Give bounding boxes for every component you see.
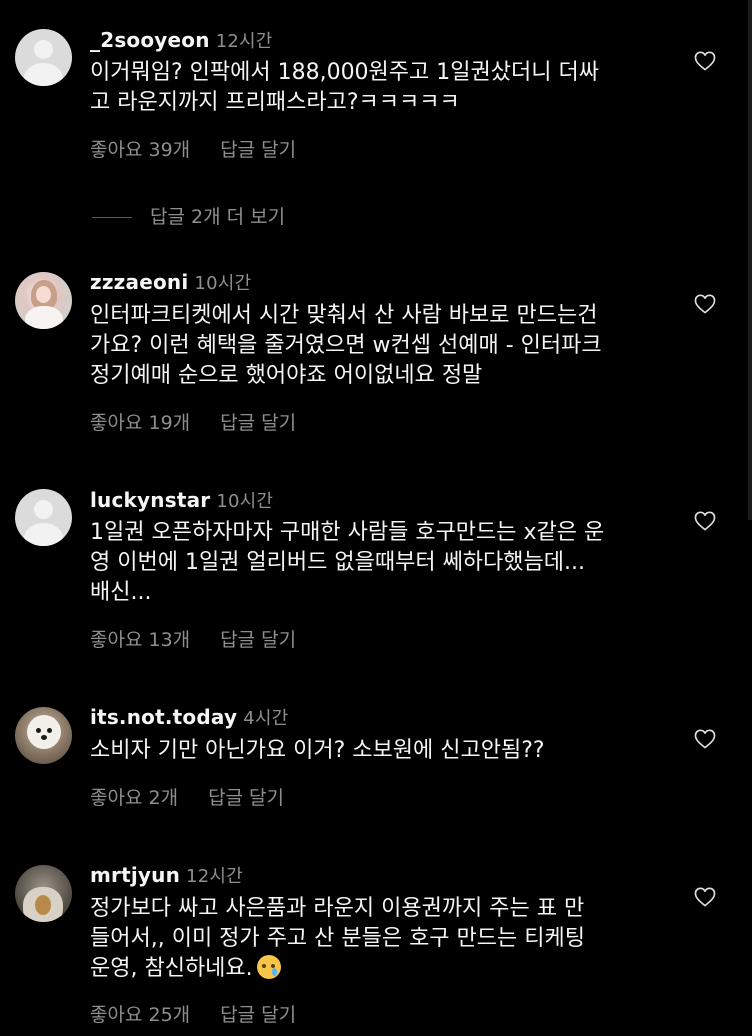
user-avatar[interactable] <box>15 272 72 329</box>
reply-divider-line <box>92 217 132 218</box>
comment-text: 소비자 기만 아닌가요 이거? 소보원에 신고안됨?? <box>90 738 545 763</box>
like-count[interactable]: 좋아요 25개 <box>90 1000 190 1027</box>
comment-username[interactable]: _2sooyeon 12시간 <box>90 27 273 53</box>
reply-button[interactable]: 답글 달기 <box>208 783 284 810</box>
comment-text: 정가보다 싸고 사은품과 라운지 이용권까지 주는 표 만 들어서,, 이미 정… <box>90 894 670 984</box>
username-text[interactable]: zzzaeoni <box>90 270 188 294</box>
crying-face-icon <box>256 955 281 979</box>
like-count[interactable]: 좋아요 13개 <box>90 625 190 652</box>
username-text[interactable]: its.not.today <box>90 705 237 729</box>
like-count[interactable]: 좋아요 19개 <box>90 408 190 435</box>
comment-username[interactable]: luckynstar 10시간 <box>90 487 273 513</box>
comment-actions: 좋아요 25개 답글 달기 <box>90 1000 296 1027</box>
comment-time: 10시간 <box>216 491 274 512</box>
scrollbar[interactable] <box>748 0 752 520</box>
default-avatar-icon[interactable] <box>15 489 72 546</box>
reply-button[interactable]: 답글 달기 <box>220 1000 296 1027</box>
view-more-replies-button[interactable]: 답글 2개 더 보기 <box>92 202 285 229</box>
comment-username[interactable]: its.not.today 4시간 <box>90 704 288 730</box>
username-text[interactable]: luckynstar <box>90 488 210 512</box>
heart-outline-icon[interactable] <box>694 51 716 71</box>
like-count[interactable]: 좋아요 2개 <box>90 783 178 810</box>
view-replies-label[interactable]: 답글 2개 더 보기 <box>150 206 285 228</box>
comment-actions: 좋아요 39개 답글 달기 <box>90 135 296 162</box>
username-text[interactable]: mrtjyun <box>90 863 180 887</box>
heart-outline-icon[interactable] <box>694 729 716 749</box>
user-avatar[interactable] <box>15 707 72 764</box>
comment-actions: 좋아요 19개 답글 달기 <box>90 408 296 435</box>
like-count[interactable]: 좋아요 39개 <box>90 135 190 162</box>
comment-time: 4시간 <box>243 708 289 729</box>
comment-time: 12시간 <box>186 866 243 887</box>
comment-time: 12시간 <box>215 31 273 52</box>
comment-username[interactable]: mrtjyun 12시간 <box>90 862 243 888</box>
comment-text: 1일권 오픈하자마자 구매한 사람들 호구만드는 x같은 운 영 이번에 1일권… <box>90 520 605 605</box>
comment-actions: 좋아요 13개 답글 달기 <box>90 625 296 652</box>
user-avatar[interactable] <box>15 865 72 922</box>
username-text[interactable]: _2sooyeon <box>90 28 210 52</box>
comment-text: 이거뭐임? 인팍에서 188,000원주고 1일권샀더니 더싸 고 라운지까지 … <box>90 60 599 115</box>
heart-outline-icon[interactable] <box>694 511 716 531</box>
heart-outline-icon[interactable] <box>694 887 716 907</box>
reply-button[interactable]: 답글 달기 <box>220 625 296 652</box>
comment-text-body: 정가보다 싸고 사은품과 라운지 이용권까지 주는 표 만 들어서,, 이미 정… <box>90 896 585 981</box>
comment-time: 10시간 <box>194 273 252 294</box>
comment-text: 인터파크티켓에서 시간 맞춰서 산 사람 바보로 만드는건 가요? 이런 혜택을… <box>90 303 602 388</box>
comment-username[interactable]: zzzaeoni 10시간 <box>90 269 251 295</box>
comment-actions: 좋아요 2개 답글 달기 <box>90 783 284 810</box>
reply-button[interactable]: 답글 달기 <box>220 408 296 435</box>
heart-outline-icon[interactable] <box>694 294 716 314</box>
default-avatar-icon[interactable] <box>15 29 72 86</box>
reply-button[interactable]: 답글 달기 <box>220 135 296 162</box>
